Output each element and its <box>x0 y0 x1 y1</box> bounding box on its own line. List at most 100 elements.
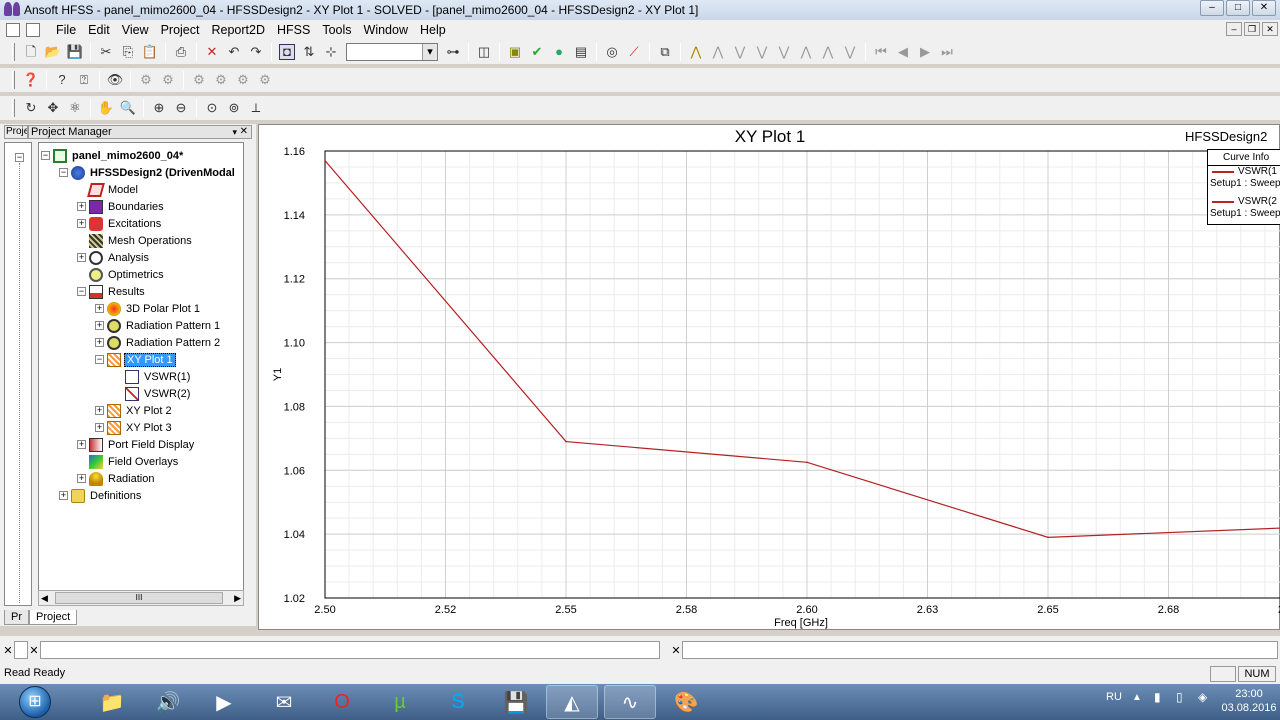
hand-icon[interactable]: ✋ <box>98 100 114 116</box>
close-icon[interactable]: ✕ <box>28 644 40 657</box>
results-icon[interactable]: ▤ <box>573 44 589 60</box>
expand-icon[interactable]: + <box>59 491 68 500</box>
mdi-restore-icon[interactable]: ❐ <box>1244 22 1260 36</box>
menu-window[interactable]: Window <box>358 23 414 37</box>
expand-icon[interactable]: + <box>77 253 86 262</box>
collapse-icon[interactable]: − <box>41 151 50 160</box>
menu-project[interactable]: Project <box>155 23 206 37</box>
maximize-button[interactable]: □ <box>1226 0 1250 16</box>
progress-list[interactable] <box>682 641 1278 659</box>
marker-max-icon[interactable]: ⋀ <box>688 44 704 60</box>
zoom-in-icon[interactable]: ⊕ <box>151 100 167 116</box>
view-pan-icon[interactable]: ⚙ <box>160 72 176 88</box>
tree-node-excitations[interactable]: + Excitations <box>77 215 163 232</box>
print-icon[interactable]: ⎙ <box>173 44 189 60</box>
tree-node-mesh-operations[interactable]: Mesh Operations <box>77 232 194 249</box>
taskbar-clock[interactable]: 23:00 03.08.2016 <box>1220 687 1278 715</box>
paint-icon[interactable]: 🎨 <box>660 685 712 719</box>
scroll-thumb[interactable]: III <box>55 592 223 604</box>
project-tree[interactable]: − panel_mimo2600_04* − HFSSDesign2 (Driv… <box>38 142 244 606</box>
hierarchy-icon[interactable]: ⊹ <box>323 44 339 60</box>
mdi-child-icon[interactable] <box>26 23 40 37</box>
start-button[interactable]: ⊞ <box>2 685 68 719</box>
close-icon[interactable]: ✕ <box>2 644 14 657</box>
report-icon[interactable]: ◫ <box>476 44 492 60</box>
tree-node-radiation-pattern-1[interactable]: + Radiation Pattern 1 <box>95 317 222 334</box>
tray-arrow-icon[interactable]: ▲ <box>1132 692 1142 703</box>
fit-all-icon[interactable]: ⊙ <box>204 100 220 116</box>
expand-icon[interactable]: + <box>95 321 104 330</box>
rect-plot-icon[interactable]: ⟋ <box>626 44 642 60</box>
volume-icon[interactable]: ◈ <box>1198 690 1207 704</box>
tree-node-vswr-1[interactable]: VSWR(1) <box>113 368 192 385</box>
previous-icon[interactable]: ◀ <box>895 44 911 60</box>
close-panel-icon[interactable]: ✕ <box>240 126 248 138</box>
orient-icon[interactable]: ⚛ <box>67 100 83 116</box>
tree-node-xy-plot-3[interactable]: + XY Plot 3 <box>95 419 174 436</box>
tree-node-results[interactable]: − Results <box>77 283 147 300</box>
legend-entry[interactable]: VSWR(1 Setup1 : Sweep <box>1208 166 1280 196</box>
eye-icon[interactable]: 👁 <box>107 72 124 88</box>
marker-next-icon[interactable]: ⋁ <box>732 44 748 60</box>
utorrent-icon[interactable]: µ <box>374 685 426 719</box>
cut-icon[interactable]: ✂ <box>98 44 114 60</box>
tree-node-3d-polar-plot-1[interactable]: + 3D Polar Plot 1 <box>95 300 202 317</box>
measure-icon[interactable]: ⟂ <box>248 100 264 116</box>
save-app-icon[interactable]: 💾 <box>490 685 542 719</box>
tree-node-boundaries[interactable]: + Boundaries <box>77 198 166 215</box>
menu-edit[interactable]: Edit <box>82 23 116 37</box>
menu-view[interactable]: View <box>116 23 155 37</box>
close-icon[interactable]: ✕ <box>670 644 682 657</box>
mdi-minimize-icon[interactable]: – <box>1226 22 1242 36</box>
zoom-icon[interactable]: 🔍 <box>120 100 136 116</box>
message-list[interactable] <box>40 641 660 659</box>
mdi-close-icon[interactable]: ✕ <box>1262 22 1278 36</box>
tree-node-vswr-2[interactable]: VSWR(2) <box>113 385 192 402</box>
view-fit-icon[interactable]: ⚙ <box>191 72 207 88</box>
tree-node-field-overlays[interactable]: Field Overlays <box>77 453 180 470</box>
tree-node-definitions[interactable]: + Definitions <box>59 487 143 504</box>
expand-icon[interactable]: + <box>95 406 104 415</box>
tree-node-xy-plot-1[interactable]: − XY Plot 1 <box>95 351 176 368</box>
tree-node-xy-plot-2[interactable]: + XY Plot 2 <box>95 402 174 419</box>
ansoft-hfss-taskbar-icon[interactable]: ◭ <box>546 685 598 719</box>
tree-node-port-field-display[interactable]: + Port Field Display <box>77 436 196 453</box>
pin-dropdown-icon[interactable]: ▾ <box>232 126 237 138</box>
marker-right-icon[interactable]: ⋀ <box>798 44 814 60</box>
copy-icon[interactable]: ⎘ <box>120 44 136 60</box>
marker-min-icon[interactable]: ⋀ <box>710 44 726 60</box>
expand-icon[interactable]: + <box>77 219 86 228</box>
toolbar-dropdown[interactable] <box>346 43 438 61</box>
project-tab-stub[interactable]: Proje <box>4 125 28 139</box>
tree-node-radiation[interactable]: + Radiation <box>77 470 156 487</box>
marker-peak-icon[interactable]: ⋀ <box>820 44 836 60</box>
rotate-icon[interactable]: ↻ <box>23 100 39 116</box>
help-icon[interactable]: ? <box>54 72 70 88</box>
expand-icon[interactable]: + <box>95 304 104 313</box>
collapse-icon[interactable]: − <box>77 287 86 296</box>
tree-node-optimetrics[interactable]: Optimetrics <box>77 266 166 283</box>
mail-icon[interactable]: ✉ <box>258 685 310 719</box>
expand-icon[interactable]: + <box>95 423 104 432</box>
collapse-icon[interactable]: − <box>95 355 104 364</box>
menu-help[interactable]: Help <box>414 23 452 37</box>
marker-prev-icon[interactable]: ⋁ <box>754 44 770 60</box>
battery-icon[interactable]: ▯ <box>1176 690 1183 704</box>
xy-plot-chart[interactable]: 1.16 1.14 1.12 1.10 1.08 1.06 1.04 1.02 2.50 2.5… <box>259 125 1280 631</box>
explorer-icon[interactable]: 📁 <box>86 685 138 719</box>
collapse-toggle-icon[interactable]: − <box>15 153 24 162</box>
curve-info-legend[interactable]: Curve Info VSWR(1 Setup1 : Sweep VSWR(2 … <box>1207 149 1280 225</box>
toolbar-grip[interactable] <box>12 71 15 89</box>
toolbar-grip[interactable] <box>12 43 15 61</box>
video-player-icon[interactable]: ▶ <box>198 685 250 719</box>
tree-node-model[interactable]: Model <box>77 181 140 198</box>
next-icon[interactable]: ▶ <box>917 44 933 60</box>
data-table-icon[interactable]: ⧉ <box>657 44 673 60</box>
scroll-left-icon[interactable]: ◀ <box>41 593 48 604</box>
pan-3d-icon[interactable]: ✥ <box>45 100 61 116</box>
new-file-icon[interactable]: 🗋 <box>23 44 39 60</box>
context-help-icon[interactable]: ⍰ <box>76 72 92 88</box>
move-up-icon[interactable]: ⇅ <box>301 44 317 60</box>
zoom-out-icon[interactable]: ⊖ <box>173 100 189 116</box>
tree-node-project[interactable]: − panel_mimo2600_04* <box>41 147 185 164</box>
